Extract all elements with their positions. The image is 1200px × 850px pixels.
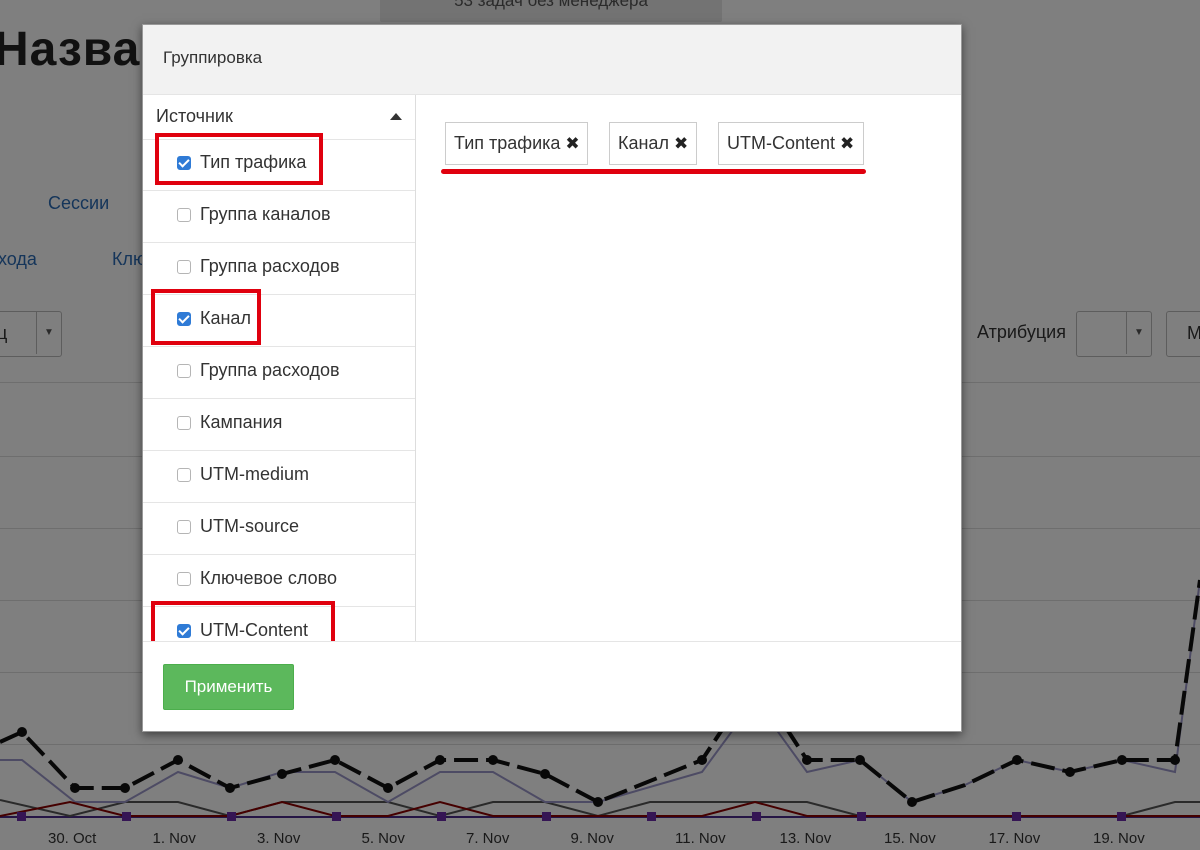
option-checkbox[interactable] <box>177 208 191 222</box>
option-item[interactable]: Кампания <box>143 399 415 451</box>
selected-tag: UTM-Content ✖ <box>718 122 864 165</box>
option-item[interactable]: Канал <box>143 289 415 347</box>
option-item[interactable]: UTM-Content <box>143 601 415 641</box>
selected-tag: Канал ✖ <box>609 122 697 165</box>
option-checkbox[interactable] <box>177 468 191 482</box>
remove-icon[interactable]: ✖ <box>565 123 579 164</box>
selected-tag-label: UTM-Content <box>727 133 836 153</box>
option-label: Группа расходов <box>200 360 340 380</box>
option-checkbox[interactable] <box>177 520 191 534</box>
option-item[interactable]: UTM-source <box>143 503 415 555</box>
modal-body: Источник Тип трафика Группа каналов Группа… <box>143 95 961 641</box>
modal-footer: Применить <box>143 641 961 732</box>
option-label: UTM-source <box>200 516 300 536</box>
option-item[interactable]: Группа расходов <box>143 347 415 399</box>
highlight-box <box>155 133 323 185</box>
highlight-underline <box>441 169 866 174</box>
caret-up-icon[interactable] <box>390 113 402 120</box>
option-checkbox[interactable] <box>177 572 191 586</box>
option-checkbox[interactable] <box>177 364 191 378</box>
option-label: UTM-medium <box>200 464 310 484</box>
option-checkbox[interactable] <box>177 416 191 430</box>
option-checkbox[interactable] <box>177 260 191 274</box>
highlight-box <box>151 601 335 641</box>
group-title: Источник <box>156 106 233 126</box>
option-label: Ключевое слово <box>200 568 337 588</box>
option-item[interactable]: Группа каналов <box>143 191 415 243</box>
option-item[interactable]: Группа расходов <box>143 243 415 295</box>
option-item[interactable]: Тип трафика <box>143 133 415 191</box>
option-label: Группа расходов <box>200 256 340 276</box>
remove-icon[interactable]: ✖ <box>674 123 688 164</box>
selected-tag-label: Канал <box>618 133 669 153</box>
option-item[interactable]: UTM-medium <box>143 451 415 503</box>
option-item[interactable]: Ключевое слово <box>143 555 415 607</box>
option-label: Кампания <box>200 412 283 432</box>
selected-tag-label: Тип трафика <box>454 133 561 153</box>
grouping-options-list: Источник Тип трафика Группа каналов Группа… <box>143 95 416 641</box>
highlight-box <box>151 289 261 345</box>
selected-groups-area: Тип трафика ✖ Канал ✖ UTM-Content ✖ <box>416 95 961 641</box>
selected-tag: Тип трафика ✖ <box>445 122 588 165</box>
apply-button[interactable]: Применить <box>163 664 294 710</box>
grouping-modal: Группировка Источник Тип трафика Группа к… <box>142 24 962 732</box>
remove-icon[interactable]: ✖ <box>840 123 854 164</box>
modal-title: Группировка <box>163 48 263 67</box>
option-label: Группа каналов <box>200 204 331 224</box>
modal-header: Группировка <box>143 25 961 95</box>
